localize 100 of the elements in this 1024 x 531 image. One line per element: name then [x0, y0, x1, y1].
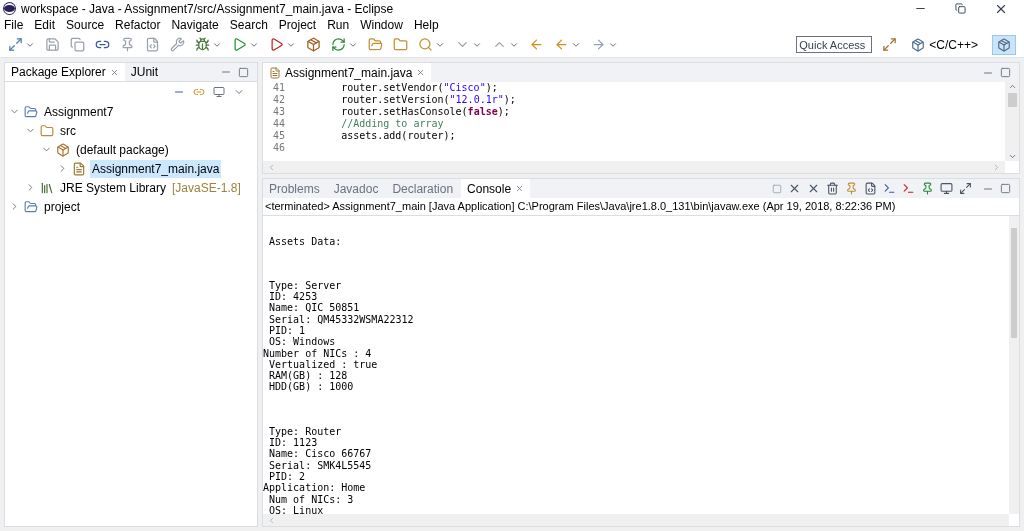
run-icon[interactable]	[232, 37, 247, 52]
wrench-icon[interactable]	[170, 37, 185, 52]
maximize-icon[interactable]	[1000, 67, 1011, 78]
scroll-left-icon[interactable]	[267, 162, 276, 172]
back-icon[interactable]	[529, 37, 544, 52]
code-line: //Adding to array	[340, 118, 444, 130]
menu-item[interactable]: Navigate	[171, 15, 219, 34]
console-line: RAM(GB) : 128	[268, 370, 349, 382]
editor-tab[interactable]: Assignment7_main.java	[263, 63, 432, 82]
line-number: 42	[271, 94, 286, 106]
package-icon	[56, 142, 70, 157]
menu-item[interactable]: Window	[360, 15, 403, 34]
pin-console-icon[interactable]	[921, 182, 934, 195]
tree-item[interactable]: JRE System Library	[58, 178, 169, 197]
file-icon	[72, 161, 86, 176]
line-number: 46	[271, 142, 286, 154]
display-console-icon[interactable]	[940, 182, 953, 195]
save-icon[interactable]	[45, 37, 60, 52]
show-console-icon[interactable]	[883, 182, 896, 195]
save-all-icon[interactable]	[70, 37, 85, 52]
console-line: OS: Windows	[268, 336, 337, 348]
debug-icon[interactable]	[195, 37, 210, 52]
console-line: Assets Data:	[268, 235, 343, 247]
console-line: Name: QIC 50851	[268, 302, 361, 314]
scroll-left-icon[interactable]	[267, 515, 276, 525]
console-line: Name: Cisco 66767	[268, 448, 373, 460]
scroll-up-icon[interactable]	[1007, 82, 1017, 91]
vertical-scrollbar[interactable]	[1009, 215, 1019, 514]
forward-icon[interactable]	[591, 37, 606, 52]
menu-item[interactable]: Project	[278, 15, 317, 34]
console-line: Type: Server	[268, 279, 343, 292]
menu-item[interactable]: Source	[66, 15, 105, 34]
perspective-icon	[911, 37, 926, 52]
clear-console-icon[interactable]	[826, 182, 839, 195]
maximize-icon[interactable]	[238, 66, 249, 78]
console-line: Serial: QM45332WSMA22312	[268, 313, 415, 325]
terminate-icon[interactable]	[772, 183, 782, 194]
console-line: Application: Home	[263, 482, 367, 494]
project-folder-icon	[24, 199, 38, 214]
pin-icon[interactable]	[120, 37, 135, 52]
show-error-icon[interactable]	[902, 182, 915, 195]
remove-launch-icon[interactable]	[788, 182, 801, 195]
vertical-scrollbar[interactable]	[1005, 82, 1019, 161]
view-tab[interactable]: Package Explorer	[5, 63, 125, 81]
window-title: workspace - Java - Assignment7/src/Assignment7_main.java - Eclipse	[21, 0, 395, 18]
project-folder-icon	[24, 104, 38, 119]
menu-item[interactable]: Refactor	[115, 15, 161, 34]
code-line: router.setVersion("12.0.1r");	[340, 94, 516, 106]
view-tab[interactable]: Console	[461, 179, 531, 198]
console-line: HDD(GB) : 1000	[268, 381, 355, 393]
tree-item[interactable]: Assignment7_main.java	[90, 159, 222, 178]
app-logo-icon	[4, 3, 15, 14]
perspective-button[interactable]	[992, 34, 1016, 55]
menu-item[interactable]: Edit	[34, 15, 56, 34]
code-line: router.setVendor("Cisco");	[340, 82, 498, 94]
maximize-icon[interactable]	[1000, 183, 1011, 194]
console-line: OS: Linux	[268, 504, 325, 517]
view-tab[interactable]: Declaration	[386, 179, 460, 198]
horizontal-scrollbar[interactable]	[263, 161, 1005, 173]
tree-item[interactable]: src	[58, 121, 78, 140]
restore-icon[interactable]	[955, 3, 966, 14]
line-number: 43	[271, 106, 286, 118]
view-tab[interactable]: JUnit	[124, 63, 165, 81]
quick-access-field[interactable]: Quick Access	[796, 36, 873, 53]
file-icon	[269, 66, 281, 79]
menu-item[interactable]: Help	[413, 15, 439, 34]
run-tool-icon[interactable]	[269, 37, 284, 52]
tree-item[interactable]: (default package)	[74, 140, 171, 159]
console-line: Type: Router	[268, 425, 343, 438]
menu-item[interactable]: Search	[229, 15, 268, 34]
search-icon[interactable]	[418, 37, 433, 52]
view-tab[interactable]: Javadoc	[327, 179, 385, 198]
open-folder-icon[interactable]	[368, 37, 383, 52]
remove-all-icon[interactable]	[807, 182, 820, 195]
menu-item[interactable]: Run	[327, 15, 350, 34]
console-line: ID: 1123	[268, 437, 319, 449]
tree-item[interactable]: Assignment7	[42, 102, 116, 121]
refresh-icon[interactable]	[331, 37, 346, 52]
perspective-icon	[997, 37, 1011, 52]
package-icon[interactable]	[306, 37, 321, 52]
console-line: Serial: SMK4L5545	[268, 459, 373, 471]
tree-item[interactable]: project	[42, 197, 83, 216]
scrollbar-thumb[interactable]	[1011, 227, 1017, 338]
scrollbar-thumb[interactable]	[1007, 93, 1017, 107]
folder-icon	[40, 123, 54, 138]
scroll-right-icon[interactable]	[992, 162, 1001, 172]
console-line: ID: 4253	[268, 291, 319, 303]
console-line: Vertualized : true	[268, 358, 379, 371]
console-line: Number of NICs : 4	[263, 347, 373, 359]
perspective-button[interactable]: <C/C++>	[907, 34, 982, 55]
scroll-down-icon[interactable]	[1007, 152, 1017, 161]
back-icon[interactable]	[554, 37, 569, 52]
line-number: 41	[271, 82, 286, 94]
folder-icon[interactable]	[393, 37, 408, 52]
console-status: <terminated> Assignment7_main [Java Application] C:\Program Files\Java\jre1.8.0_131\bin\javaw.exe (Apr 19, 2018, 8:22:36 PM)	[263, 198, 1019, 216]
view-tab[interactable]: Problems	[263, 179, 326, 198]
code-line: assets.add(router);	[340, 130, 456, 142]
menu-item[interactable]: File	[4, 15, 24, 34]
line-number: 45	[271, 130, 286, 142]
horizontal-scrollbar[interactable]	[263, 514, 1009, 526]
